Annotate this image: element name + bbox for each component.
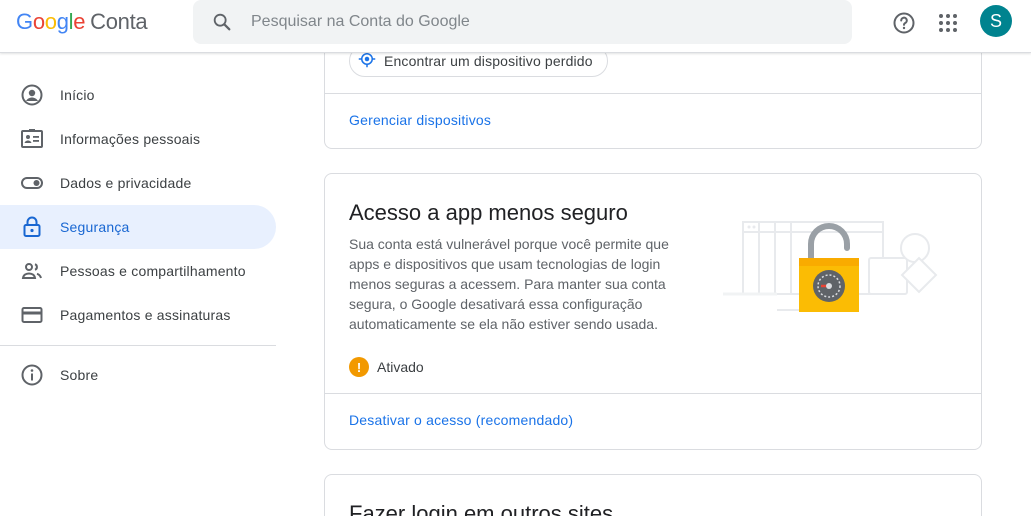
less-secure-app-card: Acesso a app menos seguro Sua conta está… — [324, 173, 982, 450]
search-icon[interactable] — [193, 0, 251, 44]
sidebar-item-sobre[interactable]: Sobre — [0, 353, 276, 397]
account-circle-icon — [20, 83, 44, 107]
toggle-icon — [20, 171, 44, 195]
card-title: Fazer login em outros sites — [349, 501, 614, 516]
apps-grid-icon[interactable] — [931, 6, 965, 40]
sidebar-item-pessoas-e-compartilhamento[interactable]: Pessoas e compartilhamento — [0, 249, 276, 293]
search-bar[interactable]: Pesquisar na Conta do Google — [193, 0, 852, 44]
other-sites-card: Fazer login em outros sites — [324, 474, 982, 516]
help-icon[interactable] — [887, 6, 921, 40]
card-divider — [325, 393, 981, 394]
disable-access-link[interactable]: Desativar o acesso (recomendado) — [349, 412, 573, 428]
access-status: ! Ativado — [349, 357, 424, 377]
card-divider — [325, 93, 981, 94]
sidebar-item-dados-e-privacidade[interactable]: Dados e privacidade — [0, 161, 276, 205]
sidebar-item-inicio[interactable]: Início — [0, 73, 276, 117]
avatar[interactable]: S — [980, 5, 1012, 37]
sidebar-item-seguranca[interactable]: Segurança — [0, 205, 276, 249]
sidebar-item-pagamentos-e-assinaturas[interactable]: Pagamentos e assinaturas — [0, 293, 276, 337]
info-icon — [20, 363, 44, 387]
people-icon — [20, 259, 44, 283]
sidebar-divider — [0, 345, 276, 346]
google-account-logo[interactable]: Google Conta — [16, 9, 148, 35]
card-description: Sua conta está vulnerável porque você pe… — [349, 236, 669, 332]
sidebar-nav: Início Informações pessoais Dados e priv… — [0, 53, 276, 516]
lock-icon — [20, 215, 44, 239]
warning-icon: ! — [349, 357, 369, 377]
security-lock-illustration — [723, 221, 938, 312]
card-title: Acesso a app menos seguro — [349, 200, 628, 225]
credit-card-icon — [20, 303, 44, 327]
app-header: Google Conta Pesquisar na Conta do Google… — [0, 0, 1031, 53]
manage-devices-link[interactable]: Gerenciar dispositivos — [349, 112, 491, 128]
sidebar-item-informacoes-pessoais[interactable]: Informações pessoais — [0, 117, 276, 161]
id-card-icon — [20, 127, 44, 151]
search-input[interactable]: Pesquisar na Conta do Google — [251, 13, 470, 31]
